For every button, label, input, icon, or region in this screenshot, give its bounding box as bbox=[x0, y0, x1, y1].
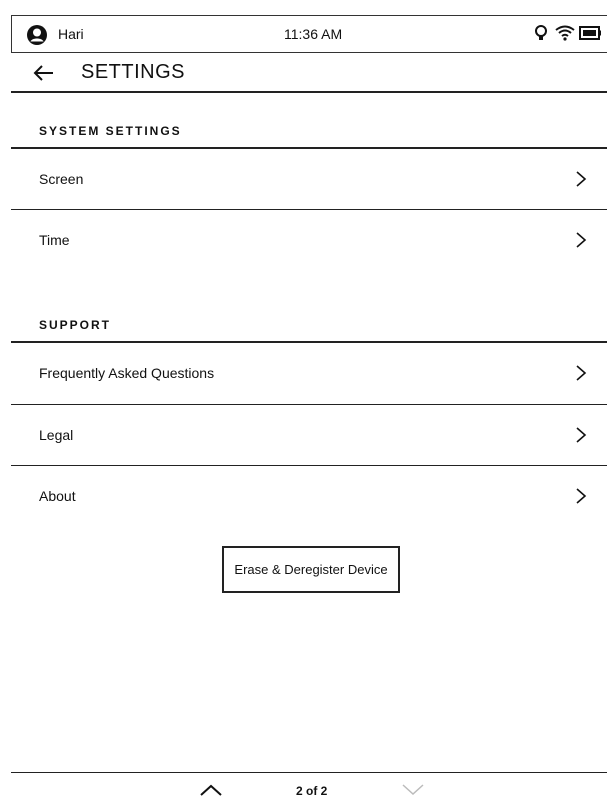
chevron-right-icon bbox=[575, 363, 587, 383]
title-bar: SETTINGS bbox=[11, 56, 607, 93]
chevron-up-icon[interactable] bbox=[199, 783, 223, 797]
battery-icon[interactable] bbox=[579, 24, 601, 42]
section-title: SYSTEM SETTINGS bbox=[39, 124, 182, 138]
settings-item-about[interactable]: About bbox=[11, 465, 607, 527]
status-icons bbox=[531, 24, 601, 42]
chevron-right-icon bbox=[575, 486, 587, 506]
back-arrow-icon[interactable] bbox=[33, 62, 55, 84]
page-indicator: 2 of 2 bbox=[296, 784, 328, 798]
section-header-system: SYSTEM SETTINGS bbox=[11, 122, 607, 142]
settings-item-screen[interactable]: Screen bbox=[11, 147, 607, 209]
settings-item-legal[interactable]: Legal bbox=[11, 404, 607, 466]
settings-item-label: Time bbox=[39, 232, 70, 248]
light-bulb-icon[interactable] bbox=[531, 24, 551, 42]
page-title: SETTINGS bbox=[81, 61, 186, 83]
settings-item-label: Screen bbox=[39, 171, 84, 187]
settings-item-label: Legal bbox=[39, 427, 74, 443]
chevron-right-icon bbox=[575, 230, 587, 250]
chevron-right-icon bbox=[575, 169, 587, 189]
section-header-support: SUPPORT bbox=[11, 316, 607, 336]
erase-deregister-button[interactable]: Erase & Deregister Device bbox=[222, 546, 400, 593]
clock: 11:36 AM bbox=[284, 26, 343, 42]
status-bar: Hari 11:36 AM bbox=[11, 15, 607, 53]
chevron-right-icon bbox=[575, 425, 587, 445]
chevron-down-icon[interactable] bbox=[401, 783, 425, 797]
user-name: Hari bbox=[58, 26, 84, 42]
pagination-bar: 2 of 2 bbox=[11, 772, 607, 798]
wifi-icon[interactable] bbox=[555, 24, 575, 42]
settings-item-label: Frequently Asked Questions bbox=[39, 365, 215, 381]
settings-item-label: About bbox=[39, 488, 76, 504]
settings-item-time[interactable]: Time bbox=[11, 209, 607, 271]
avatar-icon[interactable] bbox=[26, 24, 48, 46]
section-title: SUPPORT bbox=[39, 318, 112, 332]
settings-item-faq[interactable]: Frequently Asked Questions bbox=[11, 341, 607, 403]
